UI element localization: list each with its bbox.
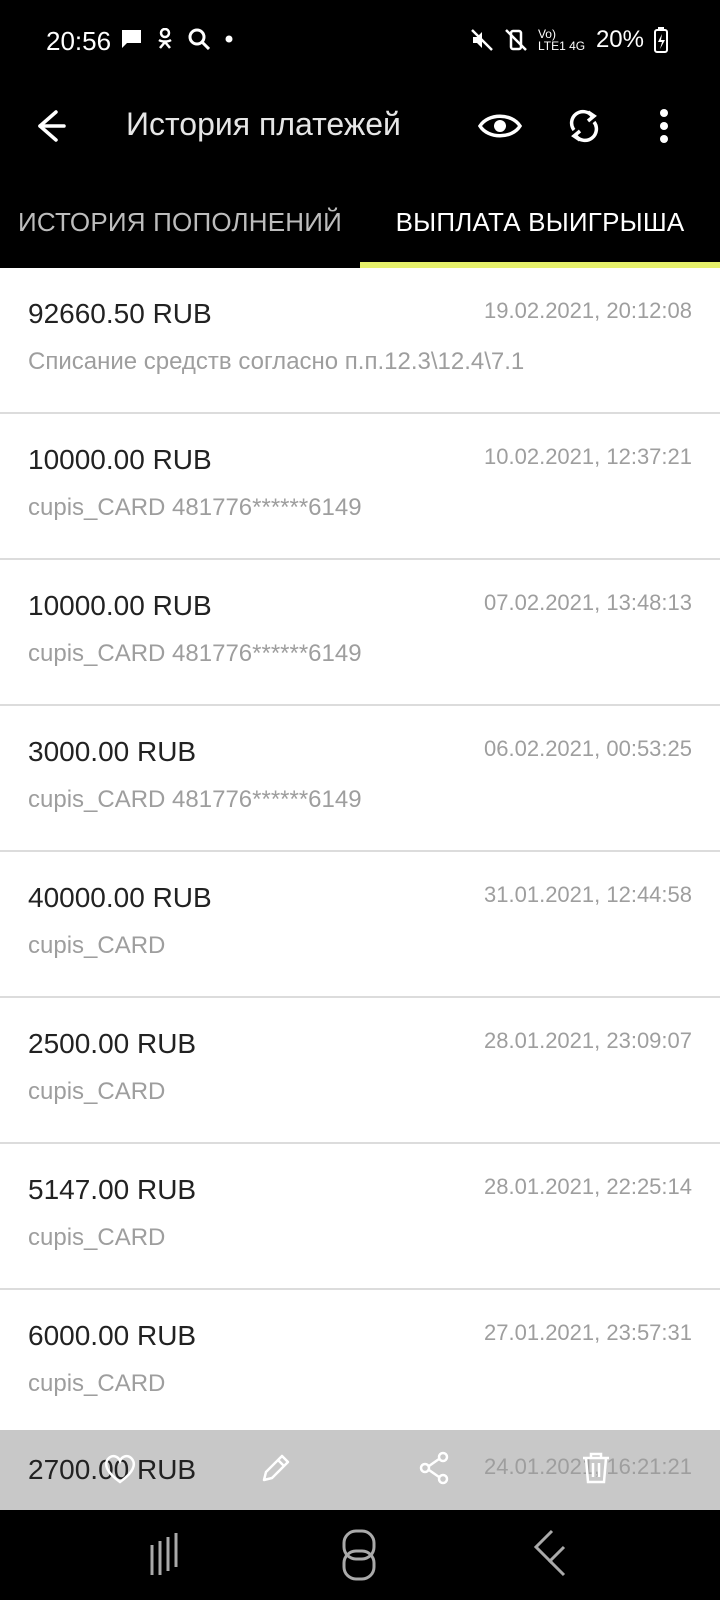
signal-text: Vo) LTE1 4G xyxy=(537,27,586,53)
payment-amount: 2500.00 RUB xyxy=(28,1028,197,1059)
payment-description: Списание средств согласно п.п.12.3\12.4\… xyxy=(28,348,525,375)
status-time: 20:56 xyxy=(46,26,112,56)
dot-icon xyxy=(225,35,233,43)
back-button[interactable] xyxy=(28,102,76,150)
mute-icon xyxy=(471,29,493,51)
visibility-button[interactable] xyxy=(472,98,528,154)
payment-amount: 6000.00 RUB xyxy=(28,1320,197,1351)
payment-row[interactable]: 10000.00 RUB 10.02.2021, 12:37:21 cupis_… xyxy=(0,414,720,560)
action-bar: 2700.00 RUB 24.01.2021, 16:21:21 xyxy=(0,1430,720,1510)
search-icon xyxy=(188,28,210,50)
status-notifications xyxy=(120,28,234,50)
refresh-button[interactable] xyxy=(556,98,612,154)
home-button[interactable] xyxy=(332,1529,388,1581)
recents-button[interactable] xyxy=(138,1530,194,1580)
tab-deposits[interactable]: ИСТОРИЯ ПОПОЛНЕНИЙ xyxy=(0,176,360,268)
delete-button[interactable] xyxy=(576,1448,616,1488)
home-icon xyxy=(342,1529,376,1581)
payment-date: 28.01.2021, 23:09:07 xyxy=(484,1028,692,1053)
payment-description: cupis_CARD 481776******6149 xyxy=(28,786,362,813)
more-button[interactable] xyxy=(636,98,692,154)
chat-icon xyxy=(121,30,141,48)
payment-row[interactable]: 92660.50 RUB 19.02.2021, 20:12:08 Списан… xyxy=(0,268,720,414)
payment-row[interactable]: 10000.00 RUB 07.02.2021, 13:48:13 cupis_… xyxy=(0,560,720,706)
payment-date: 28.01.2021, 22:25:14 xyxy=(484,1174,692,1199)
payment-amount: 5147.00 RUB xyxy=(28,1174,197,1205)
status-bar: 20:56 Vo) LTE1 4G 20% xyxy=(0,0,720,84)
system-back-icon xyxy=(533,1529,566,1577)
payment-description: cupis_CARD xyxy=(28,1224,166,1251)
payment-row[interactable]: 5147.00 RUB 28.01.2021, 22:25:14 cupis_C… xyxy=(0,1144,720,1290)
payment-description: cupis_CARD xyxy=(28,932,166,959)
payment-description: cupis_CARD xyxy=(28,1370,166,1397)
edit-icon xyxy=(262,1454,290,1482)
payment-row[interactable]: 2500.00 RUB 28.01.2021, 23:09:07 cupis_C… xyxy=(0,998,720,1144)
payment-date: 27.01.2021, 23:57:31 xyxy=(484,1320,692,1345)
tab-withdrawals[interactable]: ВЫПЛАТА ВЫИГРЫША xyxy=(360,176,720,268)
tab-bar: ИСТОРИЯ ПОПОЛНЕНИЙ ВЫПЛАТА ВЫИГРЫША xyxy=(0,176,720,268)
eye-icon xyxy=(478,114,522,138)
app-bar: История платежей xyxy=(0,84,720,176)
payments-list[interactable]: 92660.50 RUB 19.02.2021, 20:12:08 Списан… xyxy=(0,268,720,1430)
status-system: Vo) LTE1 4G 20% xyxy=(470,26,668,54)
payment-amount: 10000.00 RUB xyxy=(28,444,212,475)
payment-date: 07.02.2021, 13:48:13 xyxy=(484,590,692,615)
payment-row[interactable]: 40000.00 RUB 31.01.2021, 12:44:58 cupis_… xyxy=(0,852,720,998)
payment-date: 19.02.2021, 20:12:08 xyxy=(484,298,692,323)
system-back-button[interactable] xyxy=(524,1529,580,1580)
favorite-button[interactable] xyxy=(100,1448,140,1488)
edit-button[interactable] xyxy=(256,1448,296,1488)
vibrate-mute-icon xyxy=(505,29,527,51)
share-icon xyxy=(419,1451,449,1485)
payment-description: cupis_CARD xyxy=(28,1078,166,1105)
payment-description: cupis_CARD 481776******6149 xyxy=(28,640,362,667)
share-button[interactable] xyxy=(414,1448,454,1488)
page-title: История платежей xyxy=(126,106,401,142)
payment-date: 31.01.2021, 12:44:58 xyxy=(484,882,692,907)
payment-date: 06.02.2021, 00:53:25 xyxy=(484,736,692,761)
payment-row[interactable]: 6000.00 RUB 27.01.2021, 23:57:31 cupis_C… xyxy=(0,1290,720,1430)
payment-amount: 3000.00 RUB xyxy=(28,736,197,767)
payment-row[interactable]: 3000.00 RUB 06.02.2021, 00:53:25 cupis_C… xyxy=(0,706,720,852)
payment-amount: 92660.50 RUB xyxy=(28,298,212,329)
payment-amount: 40000.00 RUB xyxy=(28,882,212,913)
payment-date: 10.02.2021, 12:37:21 xyxy=(484,444,692,469)
battery-text: 20% xyxy=(595,26,644,53)
payment-description: cupis_CARD 481776******6149 xyxy=(28,494,362,521)
battery-icon xyxy=(654,27,668,53)
back-arrow-icon xyxy=(38,110,66,142)
ok-icon xyxy=(158,28,172,49)
heart-icon xyxy=(104,1454,136,1484)
system-nav-bar xyxy=(0,1510,720,1600)
payment-amount: 10000.00 RUB xyxy=(28,590,212,621)
trash-icon xyxy=(583,1452,609,1484)
recents-icon xyxy=(150,1533,178,1575)
refresh-icon xyxy=(569,109,599,143)
more-vert-icon xyxy=(660,109,668,143)
